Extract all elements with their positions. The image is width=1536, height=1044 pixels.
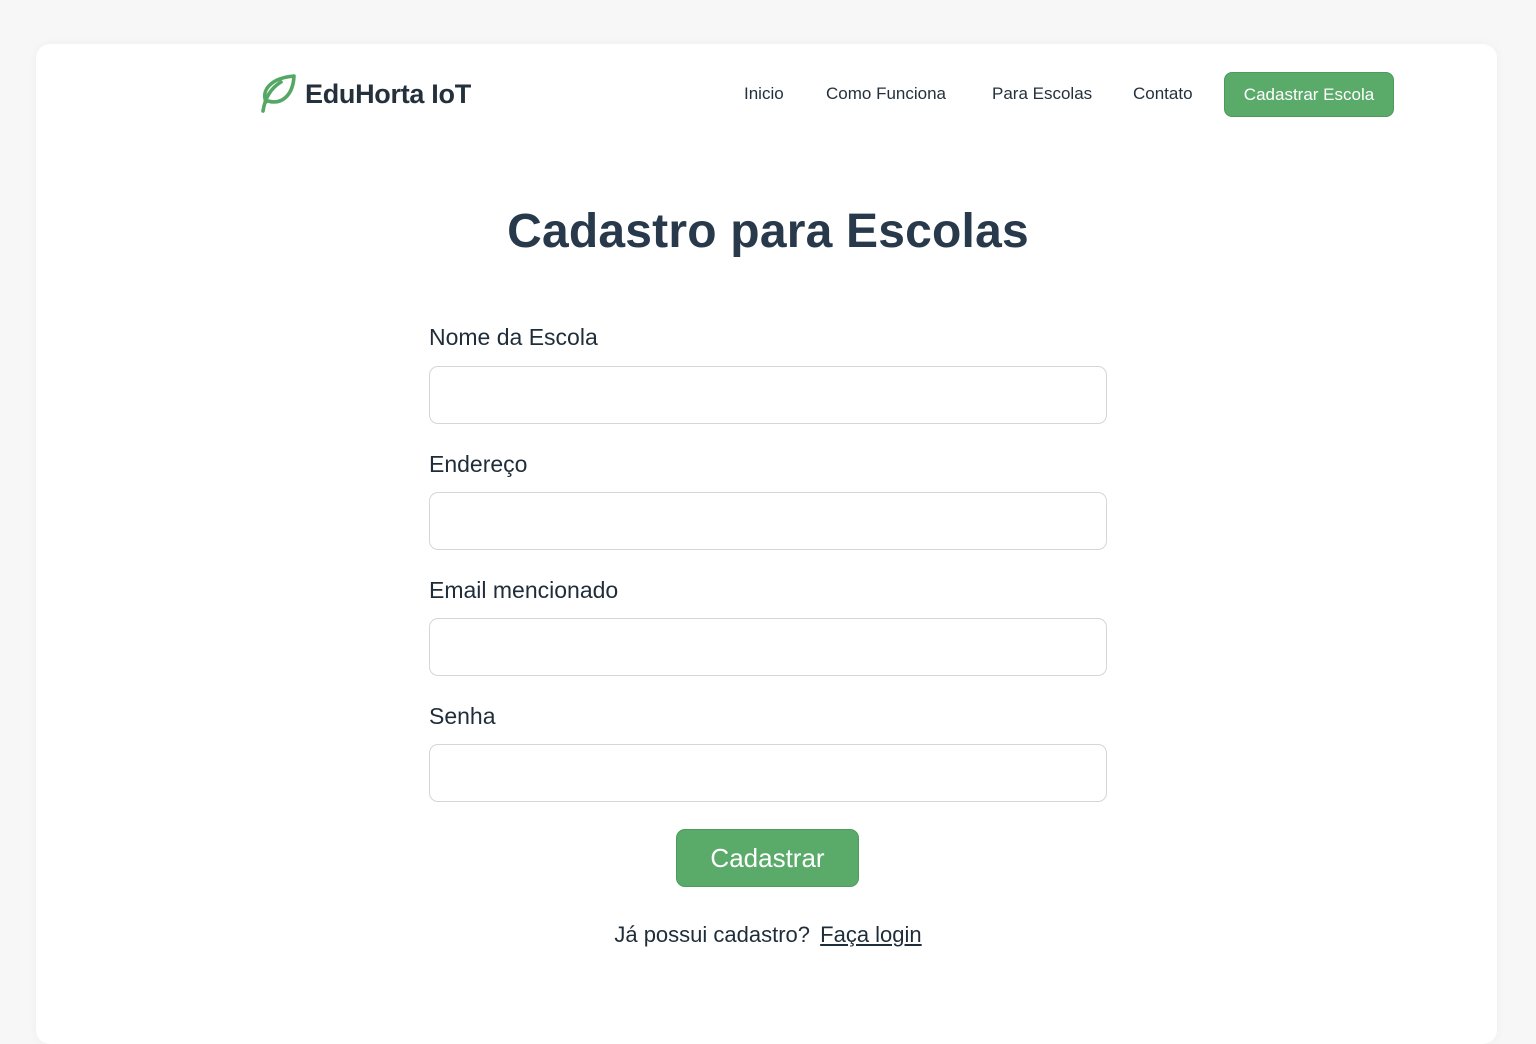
login-link[interactable]: Faça login <box>820 922 922 947</box>
nav-link-como-funciona[interactable]: Como Funciona <box>826 84 946 104</box>
nav-link-para-escolas[interactable]: Para Escolas <box>992 84 1092 104</box>
password-label: Senha <box>429 703 496 729</box>
email-input[interactable] <box>429 618 1107 676</box>
register-school-button[interactable]: Cadastrar Escola <box>1224 72 1394 117</box>
login-prompt-row: Já possui cadastro? Faça login <box>0 922 1536 948</box>
submit-button[interactable]: Cadastrar <box>676 829 859 887</box>
page-title: Cadastro para Escolas <box>507 205 1029 258</box>
email-label: Email mencionado <box>429 577 619 603</box>
school-name-input[interactable] <box>429 366 1107 424</box>
nav-link-inicio[interactable]: Inicio <box>744 84 784 104</box>
school-name-label: Nome da Escola <box>429 324 598 350</box>
nav-link-contato[interactable]: Contato <box>1133 84 1193 104</box>
password-input[interactable] <box>429 744 1107 802</box>
address-label: Endereço <box>429 451 528 477</box>
address-input[interactable] <box>429 492 1107 550</box>
login-prompt-text: Já possui cadastro? <box>614 922 811 947</box>
top-nav: Inicio Como Funciona Para Escolas Contat… <box>0 72 1536 118</box>
